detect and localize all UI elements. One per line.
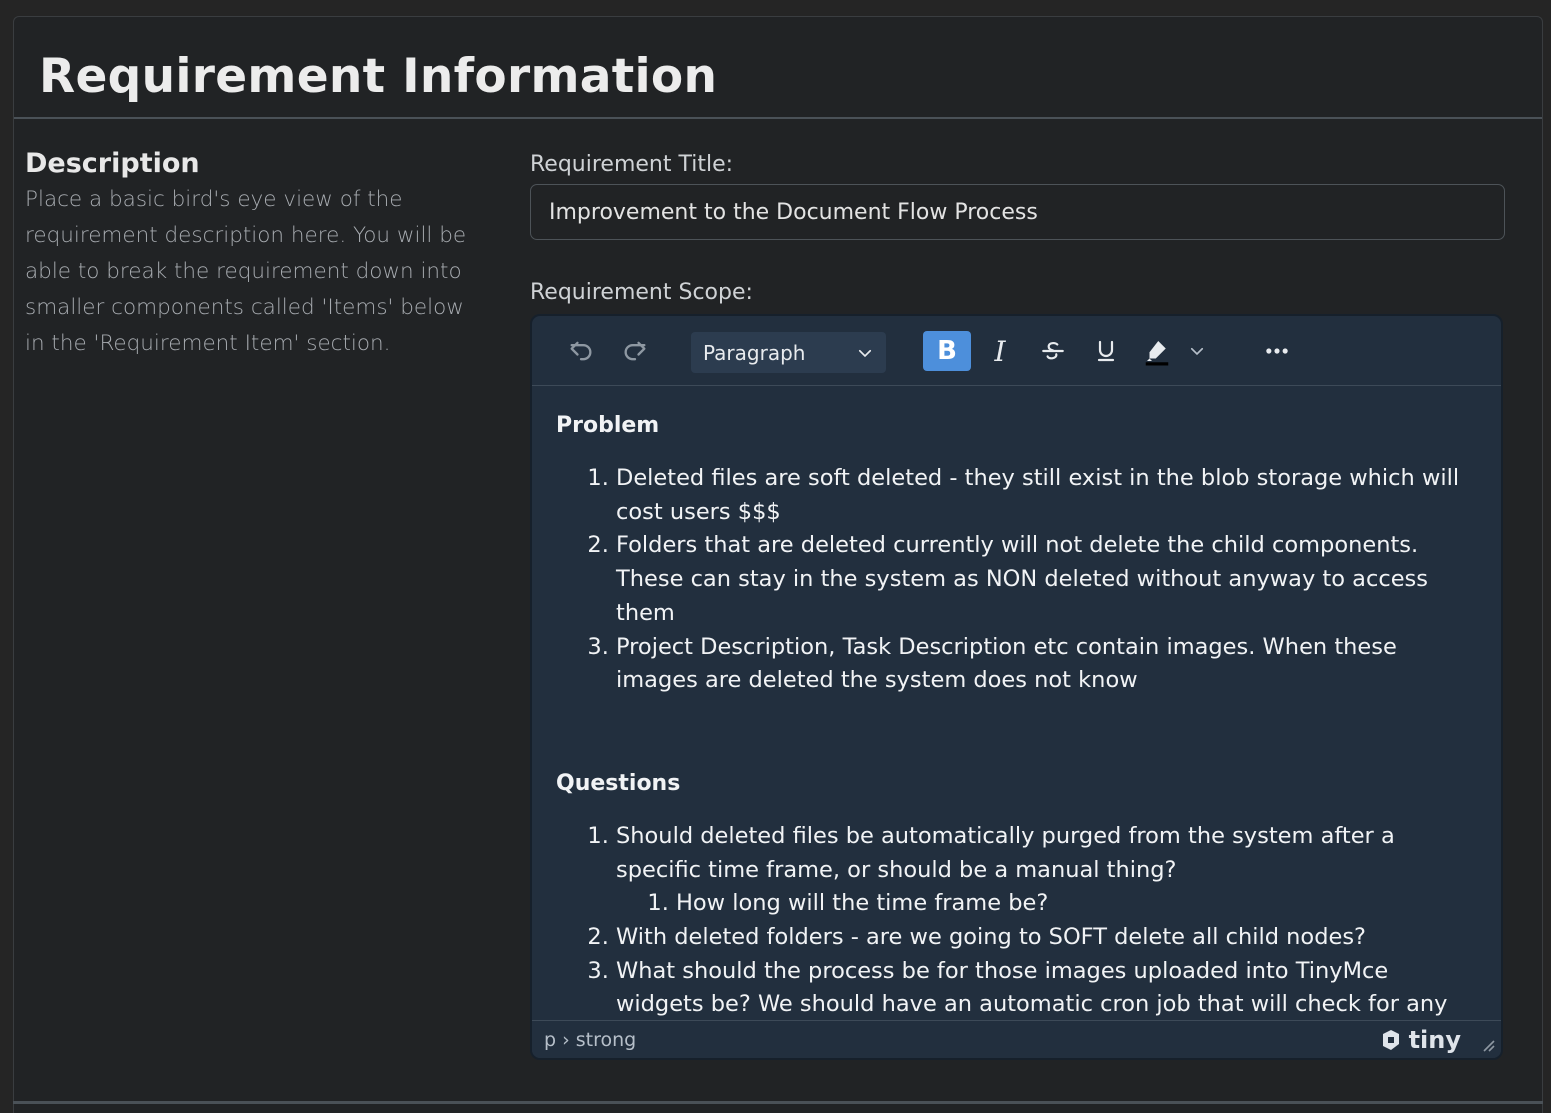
bold-glyph: B [937,336,957,366]
list-item: Should deleted files be automatically pu… [616,820,1477,921]
italic-glyph: I [994,334,1006,368]
highlight-dropdown[interactable] [1184,331,1210,371]
bold-button[interactable]: B [923,331,971,371]
tiny-brand[interactable]: tiny [1379,1026,1461,1054]
section-divider [13,1101,1543,1104]
editor-statusbar: p › strong tiny [532,1020,1501,1058]
block-format-select[interactable]: Paragraph [691,332,886,373]
description-text: Place a basic bird's eye view of the req… [25,187,467,356]
empty-paragraph [556,698,1477,766]
chevron-down-icon [1190,347,1204,356]
more-button[interactable] [1253,331,1301,371]
problem-list: Deleted files are soft deleted - they st… [556,462,1477,698]
tiny-logo-icon [1382,1029,1399,1050]
chevron-down-icon [858,349,872,357]
underline-button[interactable] [1082,331,1130,371]
list-item: What should the process be for those ima… [616,955,1477,1022]
requirement-form: Requirement Title: Improvement to the Do… [530,150,1505,1060]
problem-heading: Problem [556,413,660,438]
underline-icon [1097,340,1115,362]
block-format-value: Paragraph [703,340,806,365]
redo-button[interactable] [611,331,659,371]
undo-button[interactable] [557,331,605,371]
resize-handle-icon[interactable] [1481,1038,1495,1052]
highlighter-icon [1145,341,1169,366]
list-item-text: Should deleted files be automatically pu… [616,822,1395,883]
page-title: Requirement Information [39,48,718,104]
questions-list: Should deleted files be automatically pu… [556,820,1477,1022]
questions-heading: Questions [556,770,681,796]
italic-button[interactable]: I [976,331,1024,371]
nested-list: How long will the time frame be? [616,887,1477,921]
list-item: How long will the time frame be? [676,887,1477,921]
editor-content[interactable]: Problem Deleted files are soft deleted -… [532,386,1501,1022]
description-heading: Description [25,148,200,179]
title-label: Requirement Title: [530,152,734,177]
card-header: Requirement Information [14,17,1542,119]
highlight-button[interactable] [1135,331,1179,371]
format-group: B I [923,331,1301,371]
brand-label: tiny [1408,1025,1461,1054]
rich-text-editor: Paragraph B I Problem 1. Deleted files a… [530,314,1503,1060]
more-icon [1266,348,1288,354]
requirement-title-input[interactable]: Improvement to the Document Flow Process [530,184,1505,240]
editor-toolbar: Paragraph B I [532,316,1501,386]
list-item: Deleted files are soft deleted - they st… [616,462,1477,529]
strikethrough-icon [1042,342,1064,360]
scope-label: Requirement Scope: [530,280,753,305]
description-panel: Description Place a basic bird's eye vie… [25,146,480,362]
strikethrough-button[interactable] [1029,331,1077,371]
list-item: Project Description, Task Description et… [616,631,1477,698]
list-item: Folders that are deleted currently will … [616,529,1477,630]
redo-icon [624,341,646,360]
undo-icon [570,341,592,360]
list-item: With deleted folders - are we going to S… [616,921,1477,955]
element-path[interactable]: p › strong [544,1029,636,1051]
